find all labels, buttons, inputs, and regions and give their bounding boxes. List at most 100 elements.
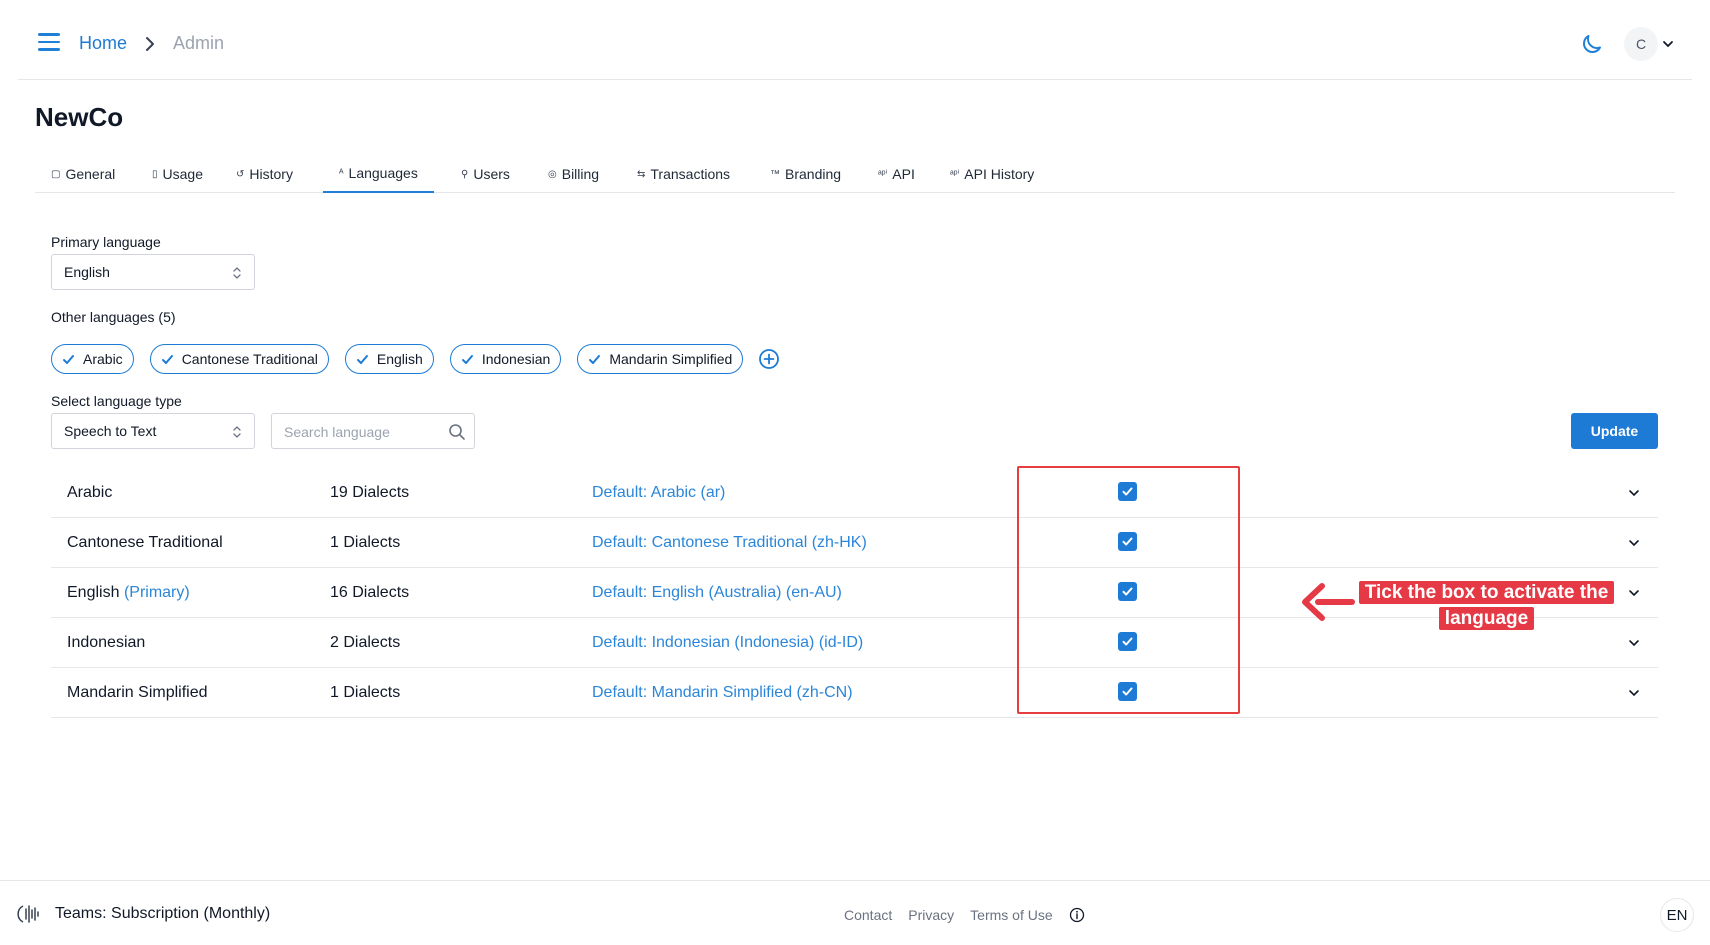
tab-label: Branding: [785, 166, 842, 182]
language-name: Mandarin Simplified: [67, 684, 208, 701]
chip-label: Cantonese Traditional: [181, 351, 318, 367]
chevron-down-icon[interactable]: [1627, 487, 1641, 499]
dialect-count: 1 Dialects: [330, 534, 401, 551]
tab-label: API History: [964, 166, 1035, 182]
chip-label: English: [376, 351, 423, 367]
privacy-link[interactable]: Privacy: [908, 907, 954, 923]
tab-transactions[interactable]: ⇆ Transactions: [621, 155, 746, 193]
other-languages-label: Other languages (5): [51, 309, 176, 325]
primary-language-select[interactable]: English: [51, 254, 255, 290]
check-icon: [161, 354, 173, 364]
user-icon: ⚲: [461, 168, 469, 180]
chevron-down-icon[interactable]: [1627, 687, 1641, 699]
language-type-value: Speech to Text: [64, 423, 157, 439]
chevron-down-icon[interactable]: [1662, 38, 1674, 50]
tab-usage[interactable]: ▯ Usage: [136, 155, 219, 193]
tab-languages[interactable]: ᴬ Languages: [323, 155, 434, 193]
language-name: Indonesian: [67, 634, 146, 651]
hamburger-menu-icon[interactable]: [38, 33, 60, 51]
chip-arabic[interactable]: Arabic: [51, 344, 134, 374]
annotation-highlight-box: [1017, 466, 1240, 714]
footer-links: Contact Privacy Terms of Use: [844, 907, 1085, 923]
primary-language-label: Primary language: [51, 234, 161, 250]
tab-api-history[interactable]: ᵃᵖⁱ API History: [934, 155, 1050, 193]
tab-history[interactable]: ↺ History: [220, 155, 309, 193]
check-icon: [63, 354, 74, 364]
up-down-chevron-icon: [233, 267, 241, 279]
app-logo-icon: [17, 905, 39, 923]
chevron-down-icon[interactable]: [1627, 637, 1641, 649]
search-input[interactable]: [284, 422, 444, 442]
chip-mandarin-simplified[interactable]: Mandarin Simplified: [577, 344, 744, 374]
tab-label: Transactions: [650, 166, 731, 182]
usage-icon: ▯: [152, 168, 158, 180]
tab-billing[interactable]: ◎ Billing: [532, 155, 615, 193]
search-icon[interactable]: [448, 423, 466, 441]
breadcrumb: Home Admin: [79, 33, 224, 54]
chip-cantonese-traditional[interactable]: Cantonese Traditional: [149, 344, 329, 374]
dialect-count: 2 Dialects: [330, 634, 401, 651]
default-dialect-link[interactable]: Default: Indonesian (Indonesia) (id-ID): [592, 634, 863, 652]
breadcrumb-home-link[interactable]: Home: [79, 33, 127, 54]
table-row: Arabic 19 Dialects Default: Arabic (ar): [51, 468, 1658, 518]
page-title: NewCo: [35, 102, 124, 132]
terms-link[interactable]: Terms of Use: [970, 907, 1052, 923]
chevron-right-icon: [146, 36, 155, 51]
general-icon: ▢: [51, 168, 61, 180]
chip-label: Arabic: [83, 351, 123, 367]
branding-icon: ™: [770, 168, 780, 180]
default-dialect-link[interactable]: Default: Cantonese Traditional (zh-HK): [592, 534, 867, 552]
admin-page: Home Admin C NewCo ▢ General ▯ Usage ↺ H…: [0, 0, 1710, 945]
search-box: [271, 413, 475, 449]
subscription-plan: Teams: Subscription (Monthly): [55, 905, 271, 922]
top-header: Home Admin C: [18, 0, 1692, 80]
moon-icon[interactable]: [1580, 32, 1604, 56]
update-button[interactable]: Update: [1571, 413, 1658, 449]
tab-bar: ▢ General ▯ Usage ↺ History ᴬ Languages …: [35, 155, 1675, 193]
chip-indonesian[interactable]: Indonesian: [449, 344, 562, 374]
default-dialect-link[interactable]: Default: English (Australia) (en-AU): [592, 584, 842, 602]
tab-general[interactable]: ▢ General: [35, 155, 131, 193]
dialect-count: 19 Dialects: [330, 484, 410, 501]
table-row: Mandarin Simplified 1 Dialects Default: …: [51, 668, 1658, 718]
contact-link[interactable]: Contact: [844, 907, 892, 923]
check-icon: [589, 354, 601, 364]
dialect-count: 1 Dialects: [330, 684, 401, 701]
billing-icon: ◎: [548, 168, 557, 180]
chip-label: Mandarin Simplified: [609, 351, 733, 367]
language-switcher[interactable]: EN: [1660, 898, 1694, 932]
dialect-count: 16 Dialects: [330, 584, 410, 601]
language-name: Arabic: [67, 484, 113, 501]
table-row: Cantonese Traditional 1 Dialects Default…: [51, 518, 1658, 568]
tab-label: Languages: [348, 165, 418, 181]
up-down-chevron-icon: [233, 426, 241, 438]
avatar[interactable]: C: [1624, 27, 1658, 61]
tab-users[interactable]: ⚲ Users: [445, 155, 526, 193]
tab-api[interactable]: ᵃᵖⁱ API: [862, 155, 931, 193]
plus-circle-icon[interactable]: [758, 348, 780, 370]
tab-label: General: [65, 166, 116, 182]
language-type-select[interactable]: Speech to Text: [51, 413, 255, 449]
language-chips: Arabic Cantonese Traditional English Ind…: [51, 344, 780, 374]
chip-english[interactable]: English: [344, 344, 434, 374]
tab-label: API: [892, 166, 915, 182]
arrow-left-icon: [1302, 583, 1355, 621]
info-circle-icon[interactable]: [1069, 907, 1085, 923]
tab-label: Billing: [561, 166, 600, 182]
language-name: Cantonese Traditional: [67, 534, 223, 551]
default-dialect-link[interactable]: Default: Mandarin Simplified (zh-CN): [592, 684, 853, 702]
user-menu[interactable]: C: [1624, 27, 1674, 61]
default-dialect-link[interactable]: Default: Arabic (ar): [592, 484, 725, 502]
annotation-text: Tick the box to activate the language: [1358, 581, 1615, 630]
tab-label: History: [249, 166, 293, 182]
languages-icon: ᴬ: [339, 167, 344, 179]
language-name: English: [67, 584, 120, 601]
check-icon: [461, 354, 473, 364]
api-icon: ᵃᵖⁱ: [878, 168, 888, 180]
chevron-down-icon[interactable]: [1627, 587, 1641, 599]
tab-label: Usage: [162, 166, 203, 182]
api-history-icon: ᵃᵖⁱ: [950, 168, 960, 180]
chevron-down-icon[interactable]: [1627, 537, 1641, 549]
breadcrumb-current: Admin: [173, 33, 225, 53]
tab-branding[interactable]: ™ Branding: [754, 155, 857, 193]
